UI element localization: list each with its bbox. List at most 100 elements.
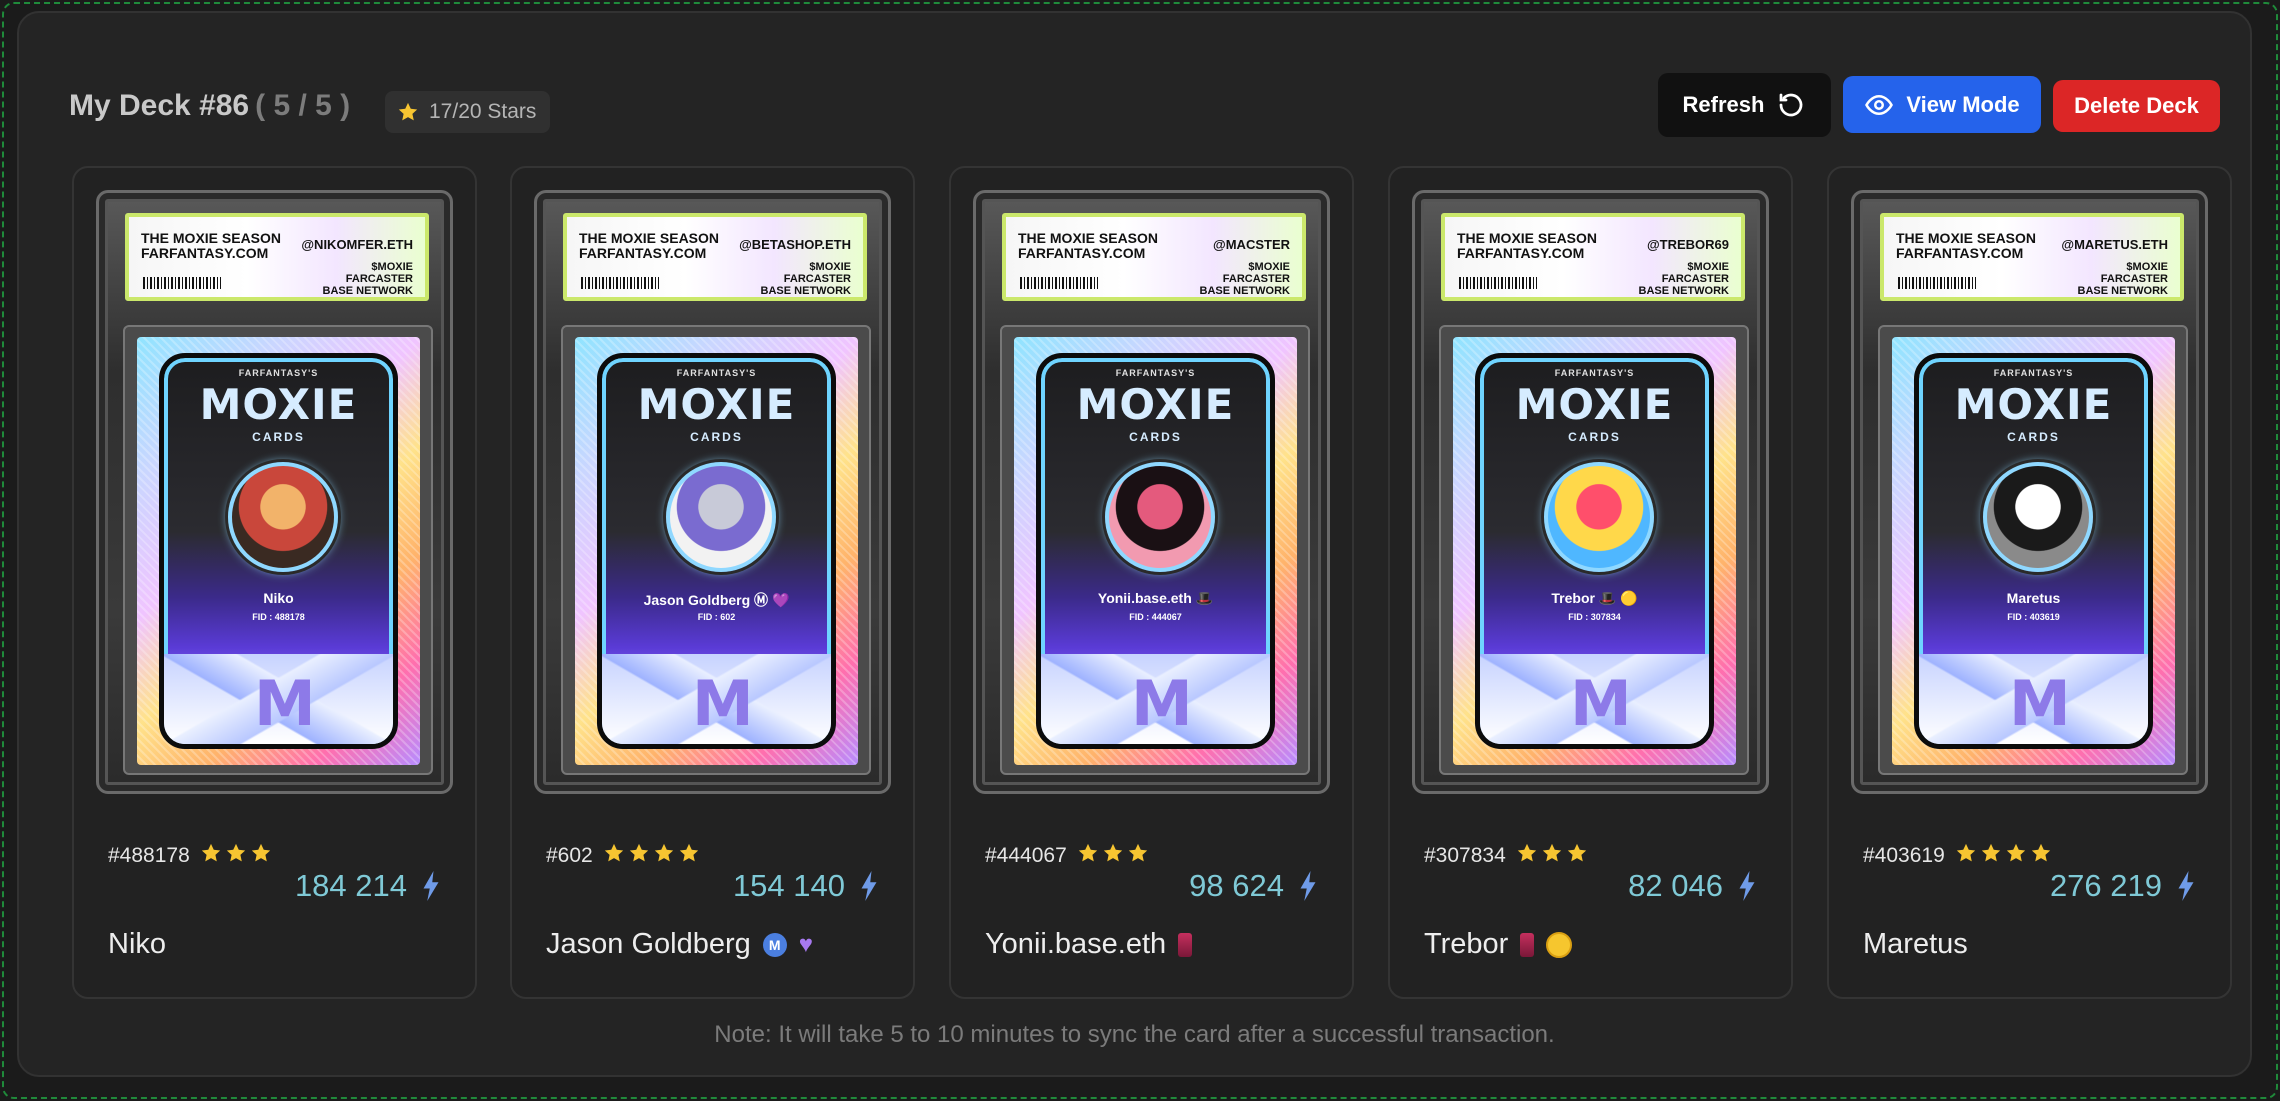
- graded-card-slab[interactable]: THE MOXIE SEASON FARFANTASY.COM @TREBOR6…: [1412, 190, 1769, 794]
- card-brand: FARFANTASY'S: [676, 368, 757, 378]
- card-moxie-logo: MOXIE: [1515, 380, 1674, 429]
- deck-title-text: My Deck #86: [69, 89, 250, 122]
- rating-star-icon: [628, 842, 650, 870]
- card-moxie-logo: MOXIE: [199, 380, 358, 429]
- deck-card[interactable]: THE MOXIE SEASON FARFANTASY.COM @MACSTER…: [949, 166, 1354, 999]
- slab-meta: $MOXIE FARCASTER BASE NETWORK: [2078, 261, 2168, 297]
- refresh-button[interactable]: Refresh: [1658, 73, 1831, 137]
- card-m-emblem: M: [1570, 667, 1632, 740]
- slab-label: THE MOXIE SEASON FARFANTASY.COM @MACSTER…: [1002, 213, 1306, 301]
- view-mode-button[interactable]: View Mode: [1843, 76, 2041, 133]
- card-stars: [1077, 842, 1149, 870]
- card-stars: [1955, 842, 2052, 870]
- slab-meta-platform: FARCASTER: [1222, 273, 1290, 285]
- slab-label-title: THE MOXIE SEASON FARFANTASY.COM: [141, 231, 281, 261]
- slab-line2: FARFANTASY.COM: [1018, 245, 1146, 261]
- barcode-icon: [1459, 277, 1537, 289]
- barcode-icon: [1020, 277, 1098, 289]
- rating-star-icon: [225, 842, 247, 870]
- graded-card-slab[interactable]: THE MOXIE SEASON FARFANTASY.COM @MARETUS…: [1851, 190, 2208, 794]
- stars-badge-text: 17/20 Stars: [429, 100, 537, 123]
- lightning-icon: [423, 871, 439, 901]
- slab-meta-token: $MOXIE: [1687, 261, 1729, 273]
- barcode-icon: [581, 277, 659, 289]
- card-fid: FID : 307834: [1568, 612, 1621, 622]
- avatar: [1544, 462, 1654, 572]
- card-value-row: 276 219: [2050, 868, 2196, 904]
- rating-star-icon: [603, 842, 625, 870]
- holo-card: FARFANTASY'S MOXIE CARDS Maretus FID : 4…: [1892, 337, 2175, 765]
- delete-deck-button[interactable]: Delete Deck: [2053, 80, 2220, 132]
- rating-star-icon: [1102, 842, 1124, 870]
- card-moxie-logo: MOXIE: [1954, 380, 2113, 429]
- card-player-name: Maretus: [2006, 590, 2061, 606]
- slab-line2: FARFANTASY.COM: [1896, 245, 2024, 261]
- rating-star-icon: [1516, 842, 1538, 870]
- card-brand: FARFANTASY'S: [1993, 368, 2074, 378]
- rating-star-icon: [1541, 842, 1563, 870]
- card-face: FARFANTASY'S MOXIE CARDS Yonii.base.eth …: [1036, 353, 1275, 749]
- slab-line1: THE MOXIE SEASON: [141, 230, 282, 246]
- card-m-emblem: M: [692, 667, 754, 740]
- card-value-row: 184 214: [295, 868, 441, 904]
- card-cards-word: CARDS: [1568, 430, 1621, 444]
- slab-handle: @NIKOMFER.ETH: [301, 237, 413, 252]
- card-value-row: 82 046: [1628, 868, 1757, 904]
- avatar: [666, 462, 776, 572]
- card-cards-word: CARDS: [1129, 430, 1182, 444]
- slab-meta-token: $MOXIE: [2126, 261, 2168, 273]
- card-value: 154 140: [732, 868, 845, 903]
- card-face: FARFANTASY'S MOXIE CARDS Jason Goldberg …: [597, 353, 836, 749]
- graded-card-slab[interactable]: THE MOXIE SEASON FARFANTASY.COM @MACSTER…: [973, 190, 1330, 794]
- rating-star-icon: [1955, 842, 1977, 870]
- holo-card: FARFANTASY'S MOXIE CARDS Trebor 🎩 🟡 FID …: [1453, 337, 1736, 765]
- deck-card[interactable]: THE MOXIE SEASON FARFANTASY.COM @MARETUS…: [1827, 166, 2232, 999]
- card-value: 184 214: [294, 868, 407, 903]
- card-fid: FID : 403619: [2007, 612, 2060, 622]
- card-owner-name: Trebor: [1424, 928, 1509, 960]
- card-cards-word: CARDS: [690, 430, 743, 444]
- slab-meta-token: $MOXIE: [1248, 261, 1290, 273]
- card-cards-word: CARDS: [2007, 430, 2060, 444]
- slab-label-title: THE MOXIE SEASON FARFANTASY.COM: [1018, 231, 1158, 261]
- m-badge-icon: M: [762, 932, 787, 957]
- card-moxie-logo: MOXIE: [1076, 380, 1235, 429]
- card-stars: [603, 842, 700, 870]
- graded-card-slab[interactable]: THE MOXIE SEASON FARFANTASY.COM @NIKOMFE…: [96, 190, 453, 794]
- slab-meta-platform: FARCASTER: [345, 273, 413, 285]
- deck-card[interactable]: THE MOXIE SEASON FARFANTASY.COM @NIKOMFE…: [72, 166, 477, 999]
- card-fid: FID : 444067: [1129, 612, 1182, 622]
- slab-label: THE MOXIE SEASON FARFANTASY.COM @MARETUS…: [1880, 213, 2184, 301]
- slab-label-title: THE MOXIE SEASON FARFANTASY.COM: [1896, 231, 2036, 261]
- rating-star-icon: [250, 842, 272, 870]
- slab-line1: THE MOXIE SEASON: [579, 230, 720, 246]
- card-fid: FID : 488178: [252, 612, 305, 622]
- slab-label: THE MOXIE SEASON FARFANTASY.COM @TREBOR6…: [1441, 213, 1745, 301]
- deck-card[interactable]: THE MOXIE SEASON FARFANTASY.COM @BETASHO…: [510, 166, 915, 999]
- card-moxie-logo: MOXIE: [637, 380, 796, 429]
- holo-card: FARFANTASY'S MOXIE CARDS Niko FID : 4881…: [137, 337, 420, 765]
- rating-star-icon: [1127, 842, 1149, 870]
- lightning-icon: [1300, 871, 1316, 901]
- card-player-name: Jason Goldberg Ⓜ 💜: [643, 592, 790, 608]
- star-icon: [398, 102, 418, 121]
- card-brand: FARFANTASY'S: [1115, 368, 1196, 378]
- slab-meta: $MOXIE FARCASTER BASE NETWORK: [1639, 261, 1729, 297]
- card-fid-row: #403619: [1863, 842, 2052, 870]
- rating-star-icon: [678, 842, 700, 870]
- graded-card-slab[interactable]: THE MOXIE SEASON FARFANTASY.COM @BETASHO…: [534, 190, 891, 794]
- slab-meta-token: $MOXIE: [809, 261, 851, 273]
- slab-line2: FARFANTASY.COM: [1457, 245, 1585, 261]
- refresh-label: Refresh: [1682, 92, 1765, 117]
- purple-heart-icon: ♥: [798, 930, 813, 958]
- card-owner-name: Jason Goldberg: [546, 928, 751, 960]
- card-owner-name: Niko: [108, 928, 167, 960]
- slab-line2: FARFANTASY.COM: [141, 245, 269, 261]
- deck-card[interactable]: THE MOXIE SEASON FARFANTASY.COM @TREBOR6…: [1388, 166, 1793, 999]
- card-fid: FID : 602: [697, 612, 736, 622]
- deck-count: ( 5 / 5 ): [255, 89, 351, 122]
- card-name-row: Maretus: [1863, 928, 1968, 961]
- card-name-row: Trebor: [1424, 928, 1573, 961]
- eye-icon: [1865, 94, 1894, 115]
- card-value-row: 98 624: [1189, 868, 1318, 904]
